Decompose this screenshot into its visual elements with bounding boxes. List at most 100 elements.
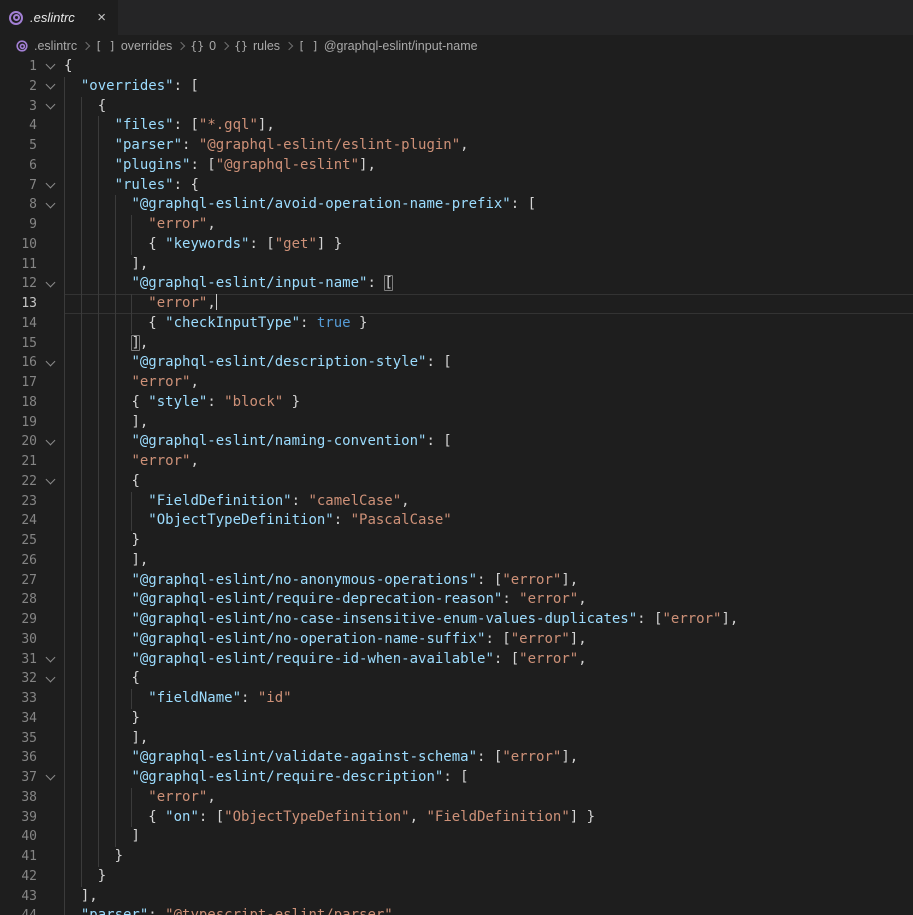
- line-number[interactable]: 8: [0, 195, 37, 215]
- code-line-4[interactable]: 4 "files": ["*.gql"],: [0, 116, 913, 136]
- code-line-10[interactable]: 10 { "keywords": ["get"] }: [0, 235, 913, 255]
- line-number[interactable]: 25: [0, 531, 37, 551]
- code-line-11[interactable]: 11 ],: [0, 255, 913, 275]
- line-number[interactable]: 16: [0, 353, 37, 373]
- breadcrumb-item-rules[interactable]: {}rules: [234, 39, 280, 53]
- line-number[interactable]: 10: [0, 235, 37, 255]
- code-line-43[interactable]: 43 ],: [0, 887, 913, 907]
- code-line-20[interactable]: 20 "@graphql-eslint/naming-convention": …: [0, 432, 913, 452]
- code-line-39[interactable]: 39 { "on": ["ObjectTypeDefinition", "Fie…: [0, 808, 913, 828]
- code-line-21[interactable]: 21 "error",: [0, 452, 913, 472]
- line-number[interactable]: 12: [0, 274, 37, 294]
- code-line-30[interactable]: 30 "@graphql-eslint/no-operation-name-su…: [0, 630, 913, 650]
- line-number[interactable]: 21: [0, 452, 37, 472]
- fold-chevron-down-icon[interactable]: [46, 435, 56, 445]
- code-line-14[interactable]: 14 { "checkInputType": true }: [0, 314, 913, 334]
- code-line-27[interactable]: 27 "@graphql-eslint/no-anonymous-operati…: [0, 571, 913, 591]
- code-line-9[interactable]: 9 "error",: [0, 215, 913, 235]
- code-editor[interactable]: 1{2 "overrides": [3 {4 "files": ["*.gql"…: [0, 57, 913, 915]
- line-number[interactable]: 40: [0, 827, 37, 847]
- line-number[interactable]: 22: [0, 472, 37, 492]
- fold-chevron-down-icon[interactable]: [46, 178, 56, 188]
- line-number[interactable]: 17: [0, 373, 37, 393]
- code-line-28[interactable]: 28 "@graphql-eslint/require-deprecation-…: [0, 590, 913, 610]
- line-number[interactable]: 33: [0, 689, 37, 709]
- line-number[interactable]: 38: [0, 788, 37, 808]
- code-line-34[interactable]: 34 }: [0, 709, 913, 729]
- code-line-1[interactable]: 1{: [0, 57, 913, 77]
- fold-chevron-down-icon[interactable]: [46, 475, 56, 485]
- fold-chevron-down-icon[interactable]: [46, 652, 56, 662]
- code-line-36[interactable]: 36 "@graphql-eslint/validate-against-sch…: [0, 748, 913, 768]
- code-line-44[interactable]: 44 "parser": "@typescript-eslint/parser": [0, 906, 913, 915]
- code-line-41[interactable]: 41 }: [0, 847, 913, 867]
- code-line-35[interactable]: 35 ],: [0, 729, 913, 749]
- code-line-12[interactable]: 12 "@graphql-eslint/input-name": [: [0, 274, 913, 294]
- line-number[interactable]: 41: [0, 847, 37, 867]
- line-number[interactable]: 29: [0, 610, 37, 630]
- line-number[interactable]: 15: [0, 334, 37, 354]
- fold-chevron-down-icon[interactable]: [46, 198, 56, 208]
- code-line-18[interactable]: 18 { "style": "block" }: [0, 393, 913, 413]
- line-number[interactable]: 31: [0, 650, 37, 670]
- breadcrumb-item--graphql-eslint-input-name[interactable]: [ ]@graphql-eslint/input-name: [298, 39, 478, 53]
- code-line-15[interactable]: 15 ],: [0, 334, 913, 354]
- line-number[interactable]: 35: [0, 729, 37, 749]
- line-number[interactable]: 26: [0, 551, 37, 571]
- code-line-42[interactable]: 42 }: [0, 867, 913, 887]
- code-line-33[interactable]: 33 "fieldName": "id": [0, 689, 913, 709]
- code-line-22[interactable]: 22 {: [0, 472, 913, 492]
- line-number[interactable]: 24: [0, 511, 37, 531]
- line-number[interactable]: 43: [0, 887, 37, 907]
- code-line-31[interactable]: 31 "@graphql-eslint/require-id-when-avai…: [0, 650, 913, 670]
- line-number[interactable]: 30: [0, 630, 37, 650]
- fold-chevron-down-icon[interactable]: [46, 672, 56, 682]
- code-line-40[interactable]: 40 ]: [0, 827, 913, 847]
- code-line-13[interactable]: 13 "error",: [0, 294, 913, 314]
- breadcrumb-item--eslintrc[interactable]: .eslintrc: [15, 39, 77, 53]
- line-number[interactable]: 2: [0, 77, 37, 97]
- close-icon[interactable]: ×: [95, 9, 108, 26]
- line-number[interactable]: 7: [0, 176, 37, 196]
- code-line-25[interactable]: 25 }: [0, 531, 913, 551]
- code-line-19[interactable]: 19 ],: [0, 413, 913, 433]
- code-line-2[interactable]: 2 "overrides": [: [0, 77, 913, 97]
- line-number[interactable]: 20: [0, 432, 37, 452]
- line-number[interactable]: 6: [0, 156, 37, 176]
- code-line-6[interactable]: 6 "plugins": ["@graphql-eslint"],: [0, 156, 913, 176]
- line-number[interactable]: 37: [0, 768, 37, 788]
- fold-chevron-down-icon[interactable]: [46, 99, 56, 109]
- code-line-3[interactable]: 3 {: [0, 97, 913, 117]
- code-line-8[interactable]: 8 "@graphql-eslint/avoid-operation-name-…: [0, 195, 913, 215]
- code-line-26[interactable]: 26 ],: [0, 551, 913, 571]
- code-line-32[interactable]: 32 {: [0, 669, 913, 689]
- line-number[interactable]: 14: [0, 314, 37, 334]
- line-number[interactable]: 19: [0, 413, 37, 433]
- line-number[interactable]: 27: [0, 571, 37, 591]
- code-line-29[interactable]: 29 "@graphql-eslint/no-case-insensitive-…: [0, 610, 913, 630]
- fold-chevron-down-icon[interactable]: [46, 771, 56, 781]
- line-number[interactable]: 44: [0, 906, 37, 915]
- code-line-7[interactable]: 7 "rules": {: [0, 176, 913, 196]
- code-line-37[interactable]: 37 "@graphql-eslint/require-description"…: [0, 768, 913, 788]
- line-number[interactable]: 42: [0, 867, 37, 887]
- line-number[interactable]: 1: [0, 57, 37, 77]
- line-number[interactable]: 3: [0, 97, 37, 117]
- fold-chevron-down-icon[interactable]: [46, 80, 56, 90]
- fold-chevron-down-icon[interactable]: [46, 356, 56, 366]
- fold-chevron-down-icon[interactable]: [46, 277, 56, 287]
- line-number[interactable]: 23: [0, 492, 37, 512]
- code-line-24[interactable]: 24 "ObjectTypeDefinition": "PascalCase": [0, 511, 913, 531]
- code-line-5[interactable]: 5 "parser": "@graphql-eslint/eslint-plug…: [0, 136, 913, 156]
- line-number[interactable]: 4: [0, 116, 37, 136]
- code-line-38[interactable]: 38 "error",: [0, 788, 913, 808]
- line-number[interactable]: 5: [0, 136, 37, 156]
- line-number[interactable]: 34: [0, 709, 37, 729]
- tab-eslintrc[interactable]: .eslintrc ×: [0, 0, 118, 35]
- code-line-23[interactable]: 23 "FieldDefinition": "camelCase",: [0, 492, 913, 512]
- line-number[interactable]: 28: [0, 590, 37, 610]
- breadcrumb-item-overrides[interactable]: [ ]overrides: [95, 39, 172, 53]
- line-number[interactable]: 39: [0, 808, 37, 828]
- code-line-16[interactable]: 16 "@graphql-eslint/description-style": …: [0, 353, 913, 373]
- line-number[interactable]: 13: [0, 294, 37, 314]
